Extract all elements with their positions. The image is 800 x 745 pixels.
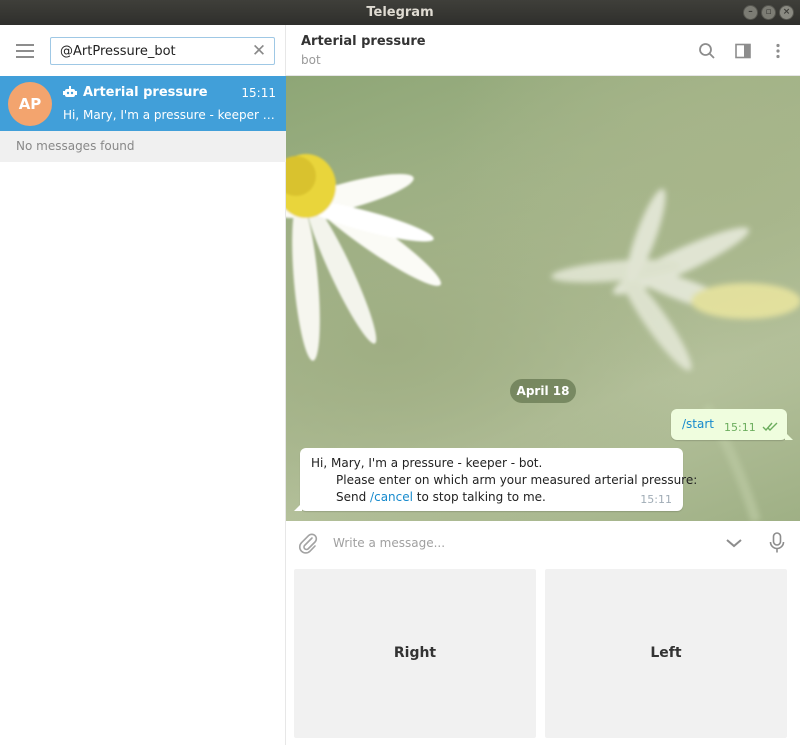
message-text: to stop talking to me. (412, 490, 546, 504)
sidebar-top: ✕ (0, 25, 286, 76)
more-icon[interactable] (768, 41, 788, 61)
sidebar-toggle-icon[interactable] (733, 41, 753, 61)
message-line-3: Send /cancel to stop talking to me. (336, 490, 546, 504)
maximize-icon: ▫ (765, 7, 772, 17)
microphone-icon[interactable] (767, 531, 787, 555)
cancel-command-link[interactable]: /cancel (370, 490, 413, 504)
incoming-message[interactable]: Hi, Mary, I'm a pressure - keeper - bot.… (294, 448, 697, 511)
keyboard-button-left[interactable]: Left (545, 569, 787, 738)
bot-keyboard: Right Left (286, 565, 800, 745)
message-time: 15:11 (640, 493, 672, 506)
dialog-name: Arterial pressure (83, 85, 208, 100)
date-separator: April 18 (510, 379, 576, 403)
close-window-button[interactable]: × (779, 5, 794, 20)
keyboard-button-right[interactable]: Right (294, 569, 536, 738)
minimize-button[interactable]: – (743, 5, 758, 20)
dialog-item-arterial-pressure[interactable]: AP Arterial pressure 15:11 Hi, Mary, I'm… (0, 76, 286, 131)
message-text: Send (336, 490, 371, 504)
close-icon: × (782, 7, 791, 17)
window-titlebar: Telegram – ▫ × (0, 0, 800, 25)
chat-header: Arterial pressure bot (286, 25, 800, 76)
chat-title[interactable]: Arterial pressure (301, 34, 426, 49)
paperclip-icon[interactable] (297, 532, 319, 554)
sidebar: ✕ AP Arterial pressure 15:11 Hi, Mary, I… (0, 25, 286, 745)
search-input[interactable] (60, 38, 250, 64)
clear-search-icon[interactable]: ✕ (250, 41, 268, 61)
message-line-1: Hi, Mary, I'm a pressure - keeper - bot. (311, 456, 543, 470)
message-line-2: Please enter on which arm your measured … (336, 473, 698, 487)
chat-area: April 18 /start 15:11 Hi, Mary, I'm a pr… (286, 76, 800, 521)
avatar: AP (8, 82, 52, 126)
chat-status: bot (301, 53, 321, 67)
minimize-icon: – (748, 7, 753, 17)
compose-bar (286, 521, 800, 565)
outgoing-message[interactable]: /start 15:11 (671, 409, 793, 440)
message-time: 15:11 (724, 421, 756, 434)
double-check-icon (762, 422, 778, 431)
window-title: Telegram (366, 5, 434, 20)
no-messages-label: No messages found (0, 131, 286, 162)
menu-icon[interactable] (16, 44, 34, 58)
dialog-time: 15:11 (241, 86, 276, 100)
window-controls: – ▫ × (743, 5, 794, 20)
chevron-down-icon[interactable] (724, 534, 744, 552)
message-input[interactable] (333, 532, 693, 554)
dialog-preview: Hi, Mary, I'm a pressure - keeper - bo..… (63, 108, 279, 122)
maximize-button[interactable]: ▫ (761, 5, 776, 20)
command-link[interactable]: /start (682, 417, 714, 431)
search-icon[interactable] (697, 41, 717, 61)
bot-icon (63, 86, 77, 97)
search-box: ✕ (50, 37, 275, 65)
